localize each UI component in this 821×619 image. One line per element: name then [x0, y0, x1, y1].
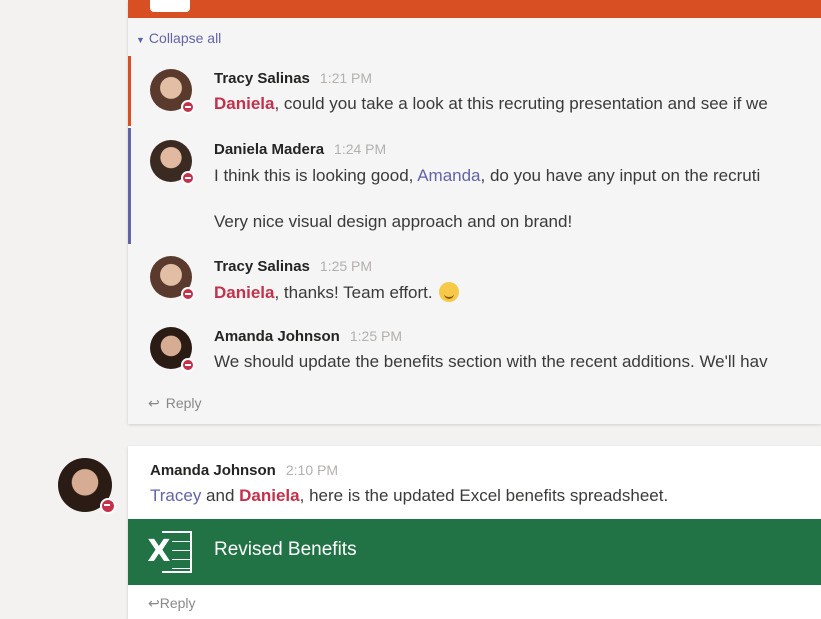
conversation-post: Amanda Johnson 2:10 PM Tracey and Daniela… [128, 446, 821, 619]
message-author[interactable]: Tracy Salinas [214, 258, 310, 275]
post-time: 2:10 PM [285, 462, 338, 478]
message-text: I think this is looking good, [214, 166, 418, 185]
message-body: We should update the benefits section wi… [214, 352, 768, 371]
avatar-amanda-johnson[interactable] [58, 458, 116, 514]
busy-status-icon [100, 498, 116, 514]
message-text: , could you take a look at this recrutin… [274, 94, 768, 113]
reply-label: Reply [165, 395, 202, 411]
post-author[interactable]: Amanda Johnson [150, 462, 276, 479]
message-header: Tracy Salinas 1:25 PM [214, 258, 372, 275]
message-body: Daniela, thanks! Team effort. [214, 282, 459, 303]
message-accent-bar [128, 56, 131, 126]
message-body-second-line: Very nice visual design approach and on … [214, 212, 573, 231]
busy-status-icon [181, 100, 195, 114]
post-text: and [201, 486, 240, 505]
post-body: Tracey and Daniela, here is the updated … [150, 486, 668, 506]
excel-icon: X [146, 531, 196, 573]
wink-emoji-icon [438, 282, 459, 302]
message-body: I think this is looking good, Amanda, do… [214, 166, 760, 186]
message-text: , thanks! Team effort. [274, 283, 433, 302]
post-header: Amanda Johnson 2:10 PM [150, 462, 338, 479]
reply-arrow-icon: ↩ [148, 395, 160, 411]
reply-label: Reply [159, 595, 196, 611]
message-text: , do you have any input on the recruti [480, 166, 761, 185]
avatar-tracy-salinas[interactable] [150, 256, 195, 301]
message-header: Daniela Madera 1:24 PM [214, 141, 386, 158]
excel-attachment-card[interactable]: X Revised Benefits [128, 519, 821, 585]
collapse-all-label: Collapse all [148, 30, 222, 46]
mention-amanda[interactable]: Amanda [417, 166, 480, 185]
mention-daniela[interactable]: Daniela [214, 283, 274, 302]
chevron-down-icon: ▼ [136, 35, 145, 45]
message-header: Tracy Salinas 1:21 PM [214, 70, 372, 87]
message-author[interactable]: Tracy Salinas [214, 70, 310, 87]
conversation-thread: ▼ Collapse all Tracy Salinas 1:21 PM Danie… [128, 0, 821, 424]
post-text: , here is the updated Excel benefits spr… [299, 486, 669, 505]
message-author[interactable]: Daniela Madera [214, 141, 324, 158]
reply-arrow-icon: ↩ [148, 595, 160, 611]
thread-message-2: Daniela Madera 1:24 PM I think this is lo… [128, 128, 821, 246]
collapse-all-link[interactable]: ▼ Collapse all [136, 30, 221, 46]
message-time: 1:21 PM [319, 70, 373, 86]
message-time: 1:25 PM [319, 258, 373, 274]
thread-message-3: Tracy Salinas 1:25 PM Daniela, thanks! Te… [128, 246, 821, 316]
busy-status-icon [181, 287, 195, 301]
powerpoint-icon [150, 0, 190, 12]
message-accent-bar [128, 128, 131, 244]
avatar-daniela-madera[interactable] [150, 140, 195, 185]
avatar-tracy-salinas[interactable] [150, 69, 195, 114]
presentation-attachment-banner[interactable] [128, 0, 821, 18]
mention-tracey[interactable]: Tracey [150, 486, 201, 505]
thread-message-4: Amanda Johnson 1:25 PM We should update t… [128, 318, 821, 378]
busy-status-icon [181, 171, 195, 185]
message-body: Daniela, could you take a look at this r… [214, 94, 768, 114]
busy-status-icon [181, 358, 195, 372]
avatar-amanda-johnson[interactable] [150, 327, 195, 372]
reply-button[interactable]: ↩ Reply [148, 395, 202, 412]
message-header: Amanda Johnson 1:25 PM [214, 328, 402, 345]
message-author[interactable]: Amanda Johnson [214, 328, 340, 345]
thread-message-1: Tracy Salinas 1:21 PM Daniela, could you … [128, 56, 821, 126]
attachment-title: Revised Benefits [214, 539, 357, 560]
message-time: 1:24 PM [334, 141, 387, 157]
reply-button[interactable]: ↩Reply [148, 595, 196, 612]
message-time: 1:25 PM [349, 328, 402, 344]
mention-daniela[interactable]: Daniela [239, 486, 299, 505]
excel-icon-letter: X [146, 533, 172, 571]
mention-daniela[interactable]: Daniela [214, 94, 274, 113]
